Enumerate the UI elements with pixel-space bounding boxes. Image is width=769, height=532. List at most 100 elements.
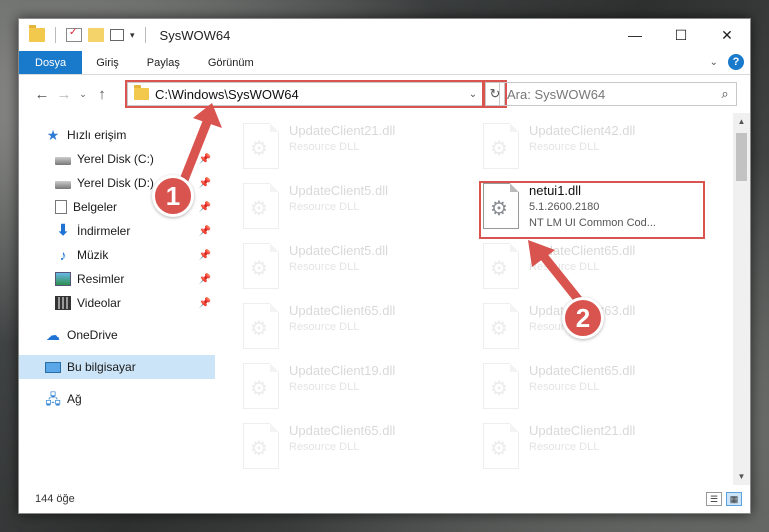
dll-file-icon: [243, 423, 279, 469]
search-placeholder: Ara: SysWOW64: [507, 86, 606, 102]
step-2-badge: 2: [562, 297, 604, 339]
dll-file-icon: [483, 243, 519, 289]
search-icon[interactable]: ⌕: [714, 86, 736, 102]
nav-item-label: Belgeler: [73, 200, 118, 214]
nav-item-label: Yerel Disk (D:): [77, 176, 154, 190]
tab-share[interactable]: Paylaş: [133, 51, 194, 74]
dll-file-icon: [243, 303, 279, 349]
dll-file-icon: [243, 243, 279, 289]
pin-icon[interactable]: 📌: [199, 154, 211, 165]
pin-icon[interactable]: 📌: [199, 298, 211, 309]
dll-file-icon: [483, 303, 519, 349]
dll-file-icon: [483, 363, 519, 409]
recent-locations-chevron-icon[interactable]: ⌄: [75, 89, 91, 100]
tab-home[interactable]: Giriş: [82, 51, 133, 74]
nav-item-label: Resimler: [77, 272, 125, 286]
pin-icon[interactable]: 📌: [199, 226, 211, 237]
scroll-down-icon[interactable]: ▼: [733, 468, 750, 485]
nav-item-onedrive[interactable]: ☁ OneDrive: [19, 323, 215, 347]
expand-ribbon-chevron-icon[interactable]: ⌄: [710, 57, 718, 68]
nav-item-label: Ağ: [67, 392, 82, 406]
item-count: 144 öğe: [35, 493, 75, 505]
up-arrow-icon[interactable]: ↑: [91, 86, 113, 103]
list-item[interactable]: UpdateClient65.dllResource DLL: [243, 421, 473, 477]
list-item[interactable]: UpdateClient21.dllResource DLL: [243, 121, 473, 177]
back-arrow-icon[interactable]: ←: [31, 86, 53, 103]
tiles-view-icon[interactable]: ▦: [726, 492, 742, 506]
pin-icon[interactable]: 📌: [199, 274, 211, 285]
computer-icon: [45, 361, 61, 373]
help-icon[interactable]: ?: [728, 54, 744, 70]
documents-icon: [55, 200, 67, 214]
ribbon-tabs: Dosya Giriş Paylaş Görünüm ⌄ ?: [19, 51, 750, 75]
address-highlight-box: [125, 80, 484, 108]
list-item[interactable]: UpdateClient19.dllResource DLL: [243, 361, 473, 417]
nav-item-label: OneDrive: [67, 328, 118, 342]
status-bar: 144 öğe ☰ ▦: [19, 485, 750, 513]
maximize-button[interactable]: ☐: [658, 19, 704, 51]
toolbar-separator: [55, 27, 56, 43]
list-item[interactable]: UpdateClient21.dllResource DLL: [483, 421, 713, 477]
nav-item-this-pc[interactable]: Bu bilgisayar: [19, 355, 215, 379]
nav-item-network[interactable]: 🖧 Ağ: [19, 387, 215, 411]
nav-item-label: Yerel Disk (C:): [77, 152, 154, 166]
forward-arrow-icon[interactable]: →: [53, 86, 75, 103]
network-icon: 🖧: [45, 391, 61, 407]
dll-file-icon: [483, 423, 519, 469]
title-bar: ▾ SysWOW64 — ☐ ✕: [19, 19, 750, 51]
nav-item-label: Müzik: [77, 248, 109, 262]
list-item[interactable]: UpdateClient65.dllResource DLL: [483, 361, 713, 417]
window-controls: — ☐ ✕: [612, 19, 750, 51]
list-item[interactable]: UpdateClient42.dllResource DLL: [483, 121, 713, 177]
nav-item-label: Bu bilgisayar: [67, 360, 136, 374]
view-toggle: ☰ ▦: [706, 492, 742, 506]
nav-item-local-disk-c[interactable]: Yerel Disk (C:) 📌: [19, 147, 215, 171]
nav-item-pictures[interactable]: Resimler 📌: [19, 267, 215, 291]
tab-view[interactable]: Görünüm: [194, 51, 268, 74]
step-1-badge: 1: [152, 175, 194, 217]
downloads-icon: ⬇: [56, 222, 70, 239]
scroll-up-icon[interactable]: ▲: [733, 113, 750, 130]
navigation-pane: ★ Hızlı erişim Yerel Disk (C:) 📌 Yerel D…: [19, 113, 215, 485]
nav-item-label: İndirmeler: [77, 224, 131, 238]
dll-file-icon: [243, 183, 279, 229]
pin-icon[interactable]: 📌: [199, 250, 211, 261]
pictures-icon: [55, 272, 71, 286]
toolbar-separator: [144, 27, 146, 43]
drive-icon: [55, 156, 71, 165]
star-icon: ★: [46, 127, 60, 143]
close-button[interactable]: ✕: [704, 19, 750, 51]
nav-item-music[interactable]: ♪ Müzik 📌: [19, 243, 215, 267]
list-item[interactable]: UpdateClient65.dllResource DLL: [483, 241, 713, 297]
address-row: ← → ⌄ ↑ C:\Windows\SysWOW64 ⌄ ↻ Ara: Sys…: [19, 75, 750, 113]
list-item[interactable]: UpdateClient65.dllResource DLL: [243, 301, 473, 357]
scroll-thumb[interactable]: [736, 133, 747, 181]
quick-access-toolbar: ▾ SysWOW64: [19, 25, 231, 43]
view-options-icon[interactable]: [110, 29, 124, 41]
window-title: SysWOW64: [159, 27, 231, 43]
properties-icon[interactable]: [66, 27, 82, 42]
cloud-icon: ☁: [46, 327, 60, 343]
pin-icon[interactable]: 📌: [199, 202, 211, 213]
music-icon: ♪: [59, 247, 67, 263]
nav-quick-access[interactable]: ★ Hızlı erişim: [19, 123, 215, 147]
folder-icon: [29, 25, 45, 42]
nav-item-downloads[interactable]: ⬇ İndirmeler 📌: [19, 219, 215, 243]
pin-icon[interactable]: 📌: [199, 178, 211, 189]
search-box[interactable]: Ara: SysWOW64 ⌕: [499, 82, 737, 106]
nav-item-label: Videolar: [77, 296, 121, 310]
list-item[interactable]: UpdateClient5.dllResource DLL: [243, 181, 473, 237]
file-highlight-box: [479, 181, 705, 239]
file-list: UpdateClient21.dllResource DLL UpdateCli…: [215, 113, 750, 485]
minimize-button[interactable]: —: [612, 19, 658, 51]
new-folder-icon[interactable]: [88, 28, 104, 42]
list-item[interactable]: UpdateClient5.dllResource DLL: [243, 241, 473, 297]
dll-file-icon: [243, 363, 279, 409]
vertical-scrollbar[interactable]: ▲ ▼: [733, 113, 750, 485]
details-view-icon[interactable]: ☰: [706, 492, 722, 506]
nav-item-videos[interactable]: Videolar 📌: [19, 291, 215, 315]
explorer-window: ▾ SysWOW64 — ☐ ✕ Dosya Giriş Paylaş Görü…: [18, 18, 751, 514]
nav-item-label: Hızlı erişim: [67, 128, 127, 142]
customize-toolbar-chevron-icon[interactable]: ▾: [130, 30, 135, 41]
tab-file[interactable]: Dosya: [19, 51, 83, 74]
